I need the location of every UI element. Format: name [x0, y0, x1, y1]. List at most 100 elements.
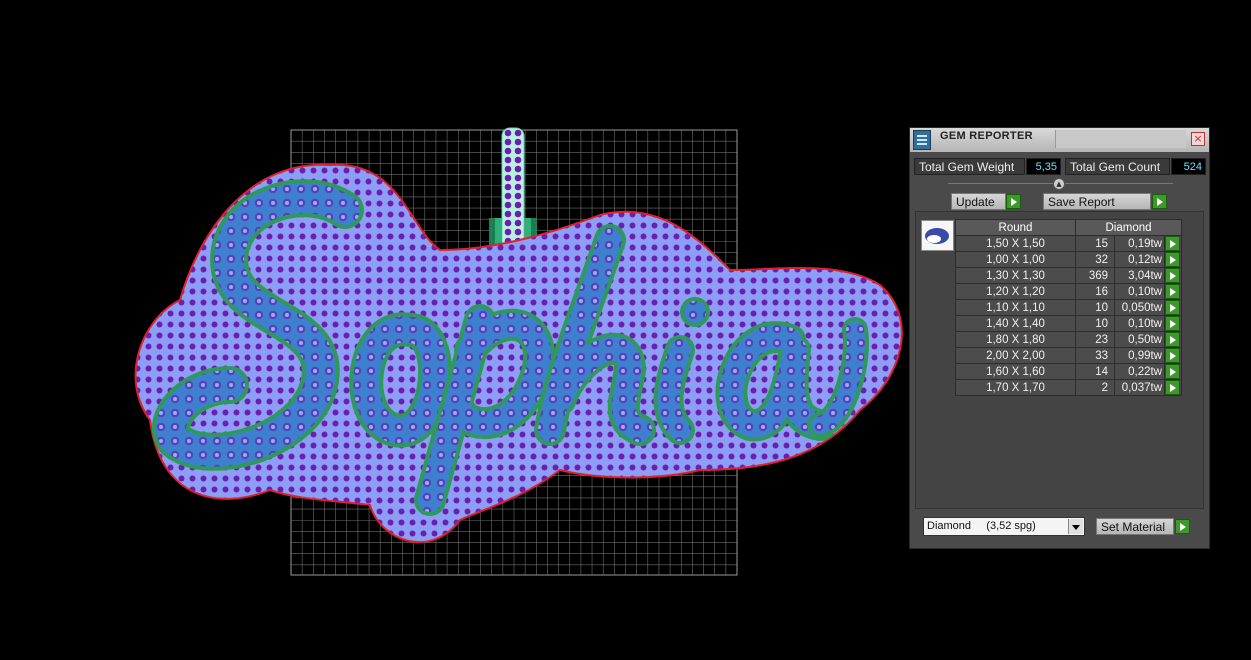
gem-size: 1,20 X 1,20	[955, 283, 1076, 300]
row-action[interactable]	[1164, 299, 1182, 316]
bail-gem	[504, 192, 512, 200]
gem-row[interactable]: 1,20 X 1,20 16 0,10tw	[955, 283, 1182, 300]
gem-row[interactable]: 1,10 X 1,10 10 0,050tw	[955, 299, 1182, 316]
row-action[interactable]	[1164, 315, 1182, 332]
row-go-icon[interactable]	[1165, 316, 1180, 331]
close-icon[interactable]: ×	[1191, 132, 1205, 146]
panel-title: GEM REPORTER	[940, 130, 1033, 142]
bail-gem	[514, 192, 522, 200]
round-gem-icon[interactable]	[921, 220, 954, 251]
row-action[interactable]	[1164, 363, 1182, 380]
bail-gem	[514, 201, 522, 209]
save-report-go-icon[interactable]	[1152, 194, 1167, 209]
bail-gem	[514, 228, 522, 236]
panel-titlebar[interactable]: GEM REPORTER ×	[910, 128, 1209, 152]
material-header: Diamond	[1075, 219, 1182, 236]
gem-count: 2	[1075, 379, 1115, 396]
design-viewport[interactable]	[0, 0, 905, 660]
gem-reporter-icon	[913, 130, 931, 150]
row-go-icon[interactable]	[1165, 364, 1180, 379]
bail-gem	[514, 219, 522, 227]
gem-size: 1,70 X 1,70	[955, 379, 1076, 396]
save-report-button[interactable]: Save Report	[1043, 193, 1151, 210]
gem-size: 1,40 X 1,40	[955, 315, 1076, 332]
gem-count: 10	[1075, 315, 1115, 332]
bail-gem	[514, 138, 522, 146]
gem-weight: 0,99tw	[1114, 347, 1165, 364]
gem-weight: 0,037tw	[1114, 379, 1165, 396]
bail-gem	[504, 156, 512, 164]
gem-size: 1,50 X 1,50	[955, 235, 1076, 252]
bail-gem	[514, 210, 522, 218]
gem-row[interactable]: 1,40 X 1,40 10 0,10tw	[955, 315, 1182, 332]
gem-weight: 0,19tw	[1114, 235, 1165, 252]
total-gem-weight-label: Total Gem Weight	[914, 158, 1025, 175]
row-go-icon[interactable]	[1165, 268, 1180, 283]
row-action[interactable]	[1164, 235, 1182, 252]
bail-gem	[514, 129, 522, 137]
row-go-icon[interactable]	[1165, 348, 1180, 363]
gem-weight: 0,10tw	[1114, 315, 1165, 332]
set-material-go-icon[interactable]	[1175, 519, 1190, 534]
gem-table: Round Diamond 1,50 X 1,50 15 0,19tw 1,00 X …	[955, 219, 1182, 396]
bail-gem	[514, 183, 522, 191]
gem-count: 16	[1075, 283, 1115, 300]
row-action[interactable]	[1164, 379, 1182, 396]
gem-row[interactable]: 1,50 X 1,50 15 0,19tw	[955, 235, 1182, 252]
total-gem-weight-value: 5,35	[1026, 158, 1061, 175]
row-go-icon[interactable]	[1165, 380, 1180, 395]
gem-row[interactable]: 1,60 X 1,60 14 0,22tw	[955, 363, 1182, 380]
gem-weight: 0,12tw	[1114, 251, 1165, 268]
gem-row[interactable]: 1,70 X 1,70 2 0,037tw	[955, 379, 1182, 396]
gem-size: 2,00 X 2,00	[955, 347, 1076, 364]
row-action[interactable]	[1164, 283, 1182, 300]
gem-row[interactable]: 2,00 X 2,00 33 0,99tw	[955, 347, 1182, 364]
gem-size: 1,30 X 1,30	[955, 267, 1076, 284]
bail-gem	[504, 174, 512, 182]
bail-gem	[504, 210, 512, 218]
row-action[interactable]	[1164, 251, 1182, 268]
chevron-down-icon[interactable]	[1068, 519, 1083, 534]
gem-reporter-panel: GEM REPORTER × Total Gem Weight 5,35 Tot…	[909, 127, 1210, 549]
gem-weight: 0,50tw	[1114, 331, 1165, 348]
shape-header: Round	[955, 219, 1076, 236]
gem-weight: 3,04tw	[1114, 267, 1165, 284]
row-action[interactable]	[1164, 331, 1182, 348]
row-go-icon[interactable]	[1165, 236, 1180, 251]
gem-size: 1,80 X 1,80	[955, 331, 1076, 348]
row-go-icon[interactable]	[1165, 332, 1180, 347]
row-action[interactable]	[1164, 347, 1182, 364]
set-material-button[interactable]: Set Material	[1096, 518, 1174, 535]
bail-gem	[514, 147, 522, 155]
viewport-canvas[interactable]	[0, 0, 905, 660]
bail-gem	[514, 156, 522, 164]
row-go-icon[interactable]	[1165, 252, 1180, 267]
gem-row[interactable]: 1,00 X 1,00 32 0,12tw	[955, 251, 1182, 268]
gem-weight: 0,22tw	[1114, 363, 1165, 380]
gem-weight: 0,10tw	[1114, 283, 1165, 300]
total-gem-count-label: Total Gem Count	[1065, 158, 1170, 175]
bail-gem	[504, 228, 512, 236]
gem-row[interactable]: 1,80 X 1,80 23 0,50tw	[955, 331, 1182, 348]
bail-gem	[514, 165, 522, 173]
gem-count: 32	[1075, 251, 1115, 268]
gem-count: 14	[1075, 363, 1115, 380]
material-select[interactable]: Diamond (3,52 spg)	[923, 517, 1085, 536]
update-go-icon[interactable]	[1006, 194, 1021, 209]
bail-gem	[504, 165, 512, 173]
bail-gem	[514, 174, 522, 182]
gem-size: 1,10 X 1,10	[955, 299, 1076, 316]
bail-gem	[504, 138, 512, 146]
row-go-icon[interactable]	[1165, 284, 1180, 299]
row-go-icon[interactable]	[1165, 300, 1180, 315]
gem-count: 10	[1075, 299, 1115, 316]
gem-size: 1,00 X 1,00	[955, 251, 1076, 268]
row-action[interactable]	[1164, 267, 1182, 284]
gem-size: 1,60 X 1,60	[955, 363, 1076, 380]
gem-row[interactable]: 1,30 X 1,30 369 3,04tw	[955, 267, 1182, 284]
gem-weight: 0,050tw	[1114, 299, 1165, 316]
material-select-value: Diamond (3,52 spg)	[927, 520, 1036, 532]
update-button[interactable]: Update	[951, 193, 1006, 210]
gem-count: 23	[1075, 331, 1115, 348]
collapse-icon[interactable]: ▲	[1053, 178, 1065, 190]
